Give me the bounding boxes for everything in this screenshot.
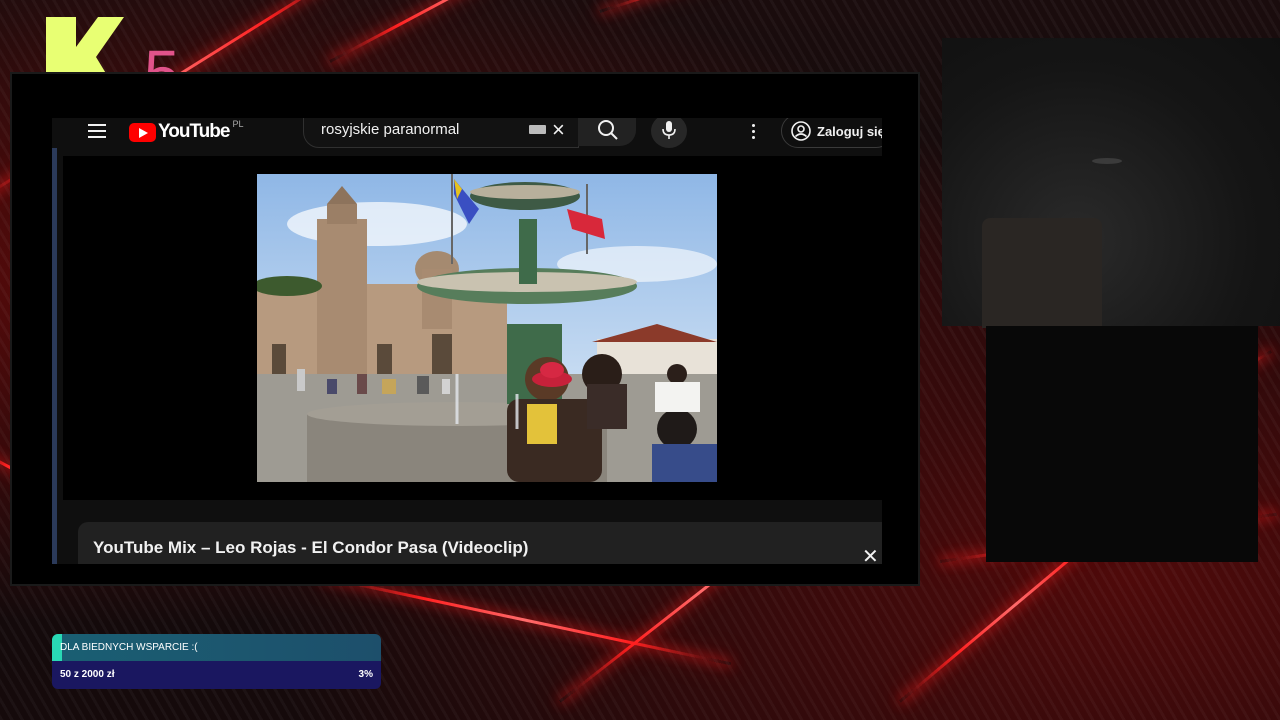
search-input[interactable] — [319, 120, 523, 139]
goal-percent: 3% — [358, 669, 373, 680]
hamburger-menu-icon[interactable] — [88, 124, 106, 138]
youtube-window: YouTube PL × — [52, 118, 882, 564]
window-edge — [52, 118, 57, 564]
goal-amount: 50 z 2000 zł — [60, 669, 115, 680]
signin-label: Zaloguj się — [817, 123, 882, 139]
donation-goal-widget: DLA BIEDNYCH WSPARCIE :( 50 z 2000 zł 3% — [52, 634, 381, 689]
keyboard-icon[interactable] — [529, 125, 546, 134]
chair-silhouette — [982, 218, 1102, 328]
youtube-logo[interactable]: YouTube PL — [129, 119, 244, 143]
video-frame[interactable] — [257, 174, 717, 482]
search-box: × — [303, 118, 579, 148]
region-code: PL — [232, 119, 244, 129]
clear-search-icon[interactable]: × — [552, 119, 565, 141]
search-icon — [598, 120, 618, 140]
webcam-blank-panel — [986, 326, 1258, 562]
account-icon — [791, 121, 811, 141]
search-button[interactable] — [578, 118, 636, 146]
webcam-feed — [942, 38, 1280, 328]
more-options-icon[interactable] — [752, 124, 756, 142]
video-player[interactable] — [63, 156, 882, 500]
video-thumbnail-scene — [257, 174, 717, 482]
goal-title: DLA BIEDNYCH WSPARCIE :( — [60, 642, 198, 653]
goal-footer: 50 z 2000 zł 3% — [52, 661, 381, 689]
mix-playlist-card[interactable]: YouTube Mix – Leo Rojas - El Condor Pasa… — [78, 522, 882, 564]
microphone-icon — [662, 121, 676, 139]
close-icon[interactable]: ✕ — [862, 544, 879, 564]
mix-title[interactable]: YouTube Mix – Leo Rojas - El Condor Pasa… — [93, 538, 528, 558]
youtube-play-icon — [129, 122, 156, 142]
goal-header: DLA BIEDNYCH WSPARCIE :( — [52, 634, 381, 661]
voice-search-button[interactable] — [651, 118, 687, 148]
youtube-header: YouTube PL × — [52, 118, 882, 148]
youtube-logo-text: YouTube — [158, 121, 230, 142]
background-object — [1092, 158, 1122, 164]
signin-button[interactable]: Zaloguj się — [781, 118, 882, 148]
